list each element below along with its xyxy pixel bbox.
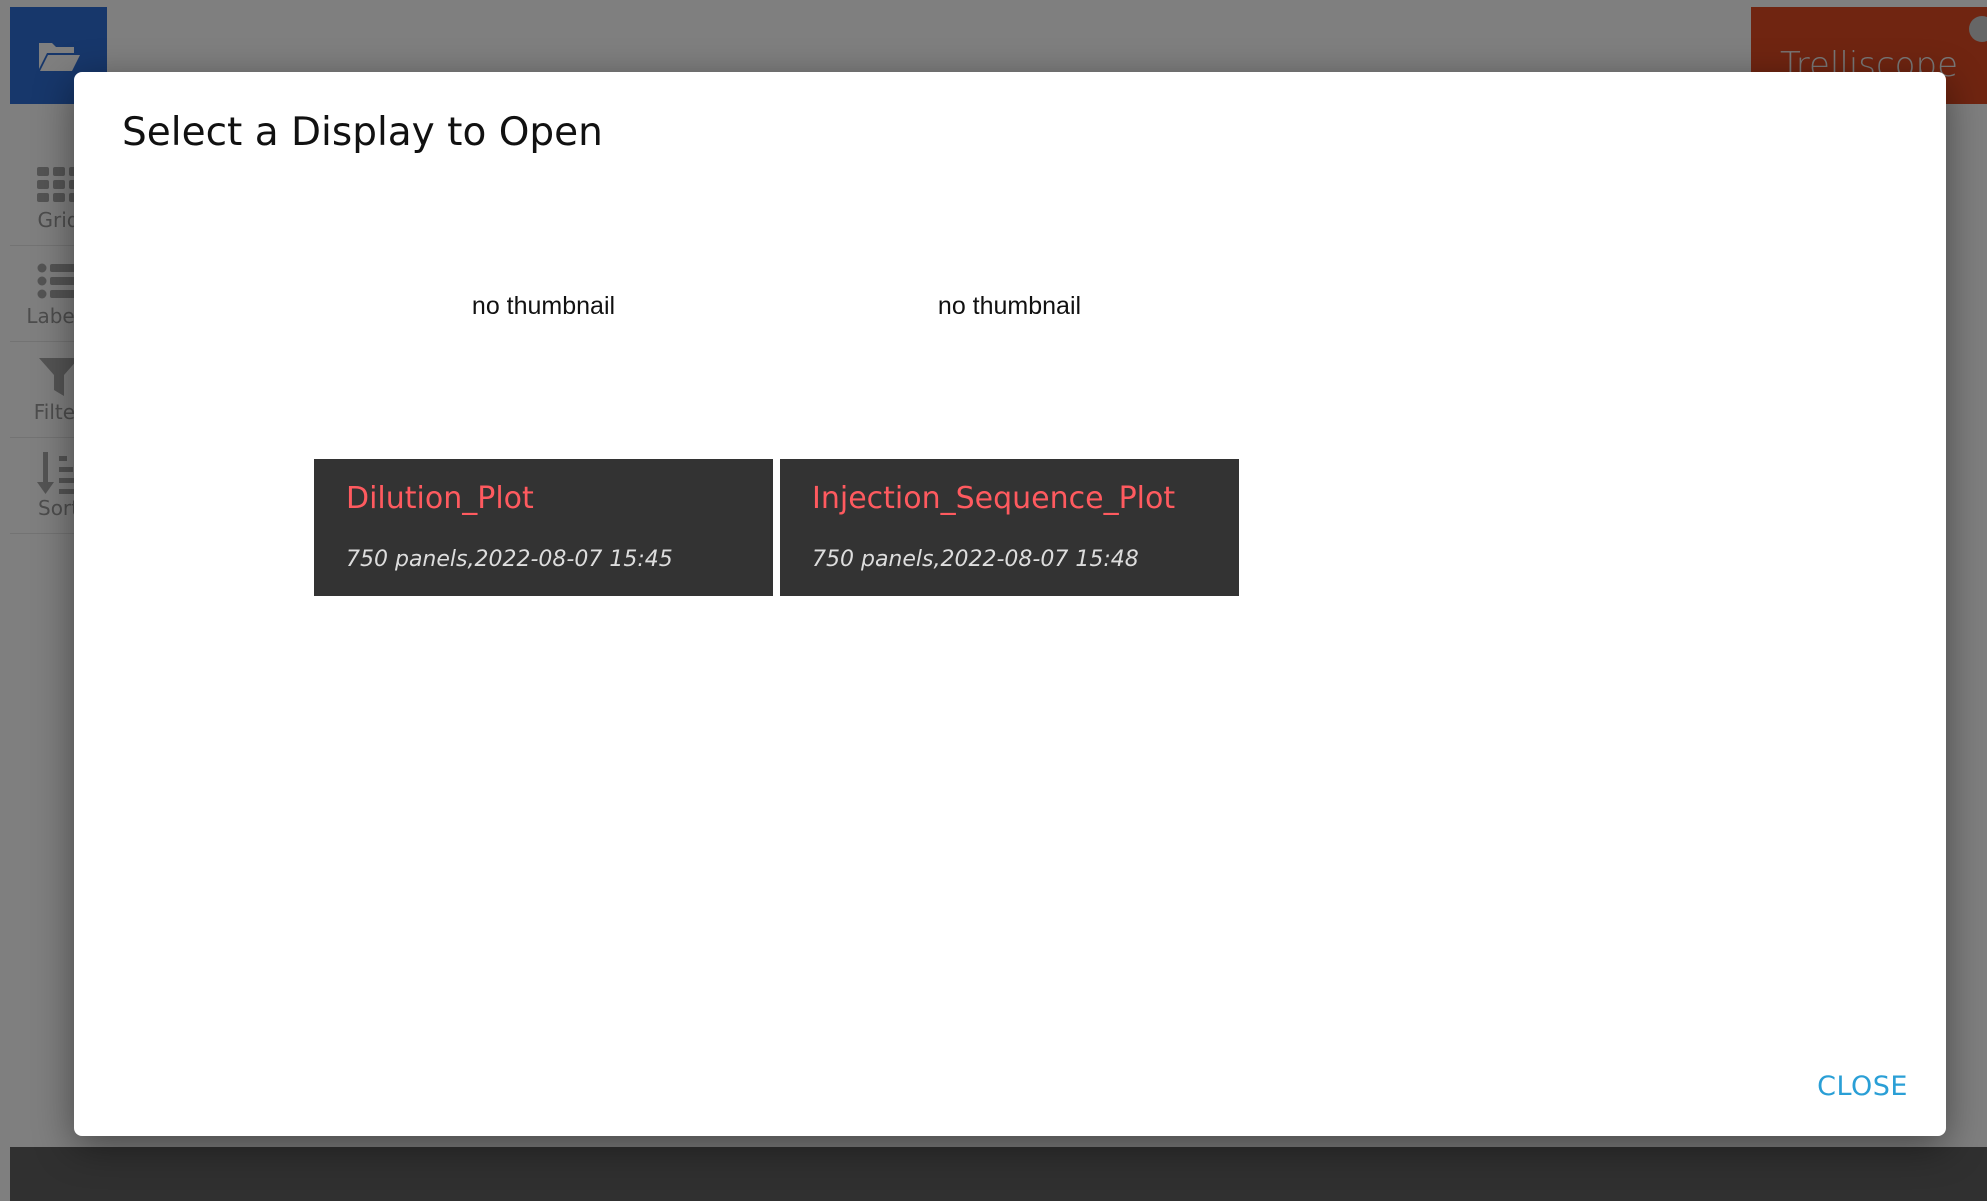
close-button[interactable]: CLOSE [1817, 1071, 1908, 1102]
display-thumbnail[interactable]: no thumbnail [314, 252, 773, 452]
display-name[interactable]: Injection_Sequence_Plot [812, 481, 1175, 516]
thumbnail-placeholder: no thumbnail [471, 292, 616, 320]
display-card[interactable]: no thumbnail Dilution_Plot 750 panels,20… [314, 252, 773, 596]
display-meta: 750 panels,2022-08-07 15:48 [812, 547, 1139, 572]
display-meta: 750 panels,2022-08-07 15:45 [346, 547, 673, 572]
display-info[interactable]: Injection_Sequence_Plot 750 panels,2022-… [780, 459, 1239, 596]
display-info[interactable]: Dilution_Plot 750 panels,2022-08-07 15:4… [314, 459, 773, 596]
display-thumbnail[interactable]: no thumbnail [780, 252, 1239, 452]
display-name[interactable]: Dilution_Plot [346, 481, 534, 516]
display-card[interactable]: no thumbnail Injection_Sequence_Plot 750… [780, 252, 1239, 596]
dialog-title: Select a Display to Open [122, 110, 603, 155]
select-display-dialog: Select a Display to Open no thumbnail Di… [74, 72, 1946, 1136]
thumbnail-placeholder: no thumbnail [937, 292, 1082, 320]
